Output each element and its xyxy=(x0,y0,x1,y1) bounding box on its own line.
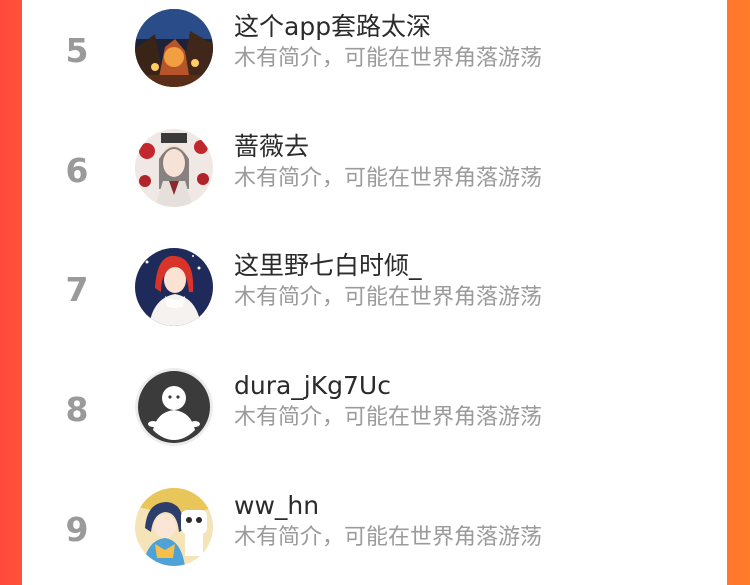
user-bio: 木有简介，可能在世界角落游荡 xyxy=(234,46,543,71)
user-name[interactable]: 这里野七白时倾_ xyxy=(234,249,422,283)
rank-number: 6 xyxy=(65,151,89,190)
list-item[interactable]: 6 蔷薇去 木有简介，可能在世界角落游荡 xyxy=(22,121,727,221)
user-bio: 木有简介，可能在世界角落游荡 xyxy=(234,405,543,430)
user-bio: 木有简介，可能在世界角落游荡 xyxy=(234,285,543,310)
rank-number: 9 xyxy=(65,510,89,549)
avatar[interactable] xyxy=(135,488,213,566)
rank-number: 7 xyxy=(65,270,89,309)
rank-number: 8 xyxy=(65,390,89,429)
rank-number: 5 xyxy=(65,31,89,70)
ranking-list: 5 这个app套路太深 木有简介，可能在世界角落游荡 6 蔷薇去 木有简介，可能… xyxy=(22,0,727,585)
user-bio: 木有简介，可能在世界角落游荡 xyxy=(234,166,543,191)
user-bio: 木有简介，可能在世界角落游荡 xyxy=(234,525,543,550)
list-item[interactable]: 5 这个app套路太深 木有简介，可能在世界角落游荡 xyxy=(22,1,727,101)
user-name[interactable]: ww_hn xyxy=(234,489,319,523)
avatar[interactable] xyxy=(135,129,213,207)
user-name[interactable]: dura_jKg7Uc xyxy=(234,369,391,403)
list-item[interactable]: 8 dura_jKg7Uc 木有简介，可能在世界角落游荡 xyxy=(22,360,727,460)
list-item[interactable]: 9 ww_hn 木有简介，可能在世界角落游荡 xyxy=(22,480,727,580)
list-item[interactable]: 7 这里野七白时倾_ 木有简介，可能在世界角落游荡 xyxy=(22,240,727,340)
user-name[interactable]: 这个app套路太深 xyxy=(234,10,431,44)
avatar[interactable] xyxy=(135,9,213,87)
user-name[interactable]: 蔷薇去 xyxy=(234,130,309,164)
avatar[interactable] xyxy=(135,248,213,326)
avatar[interactable] xyxy=(135,368,213,446)
